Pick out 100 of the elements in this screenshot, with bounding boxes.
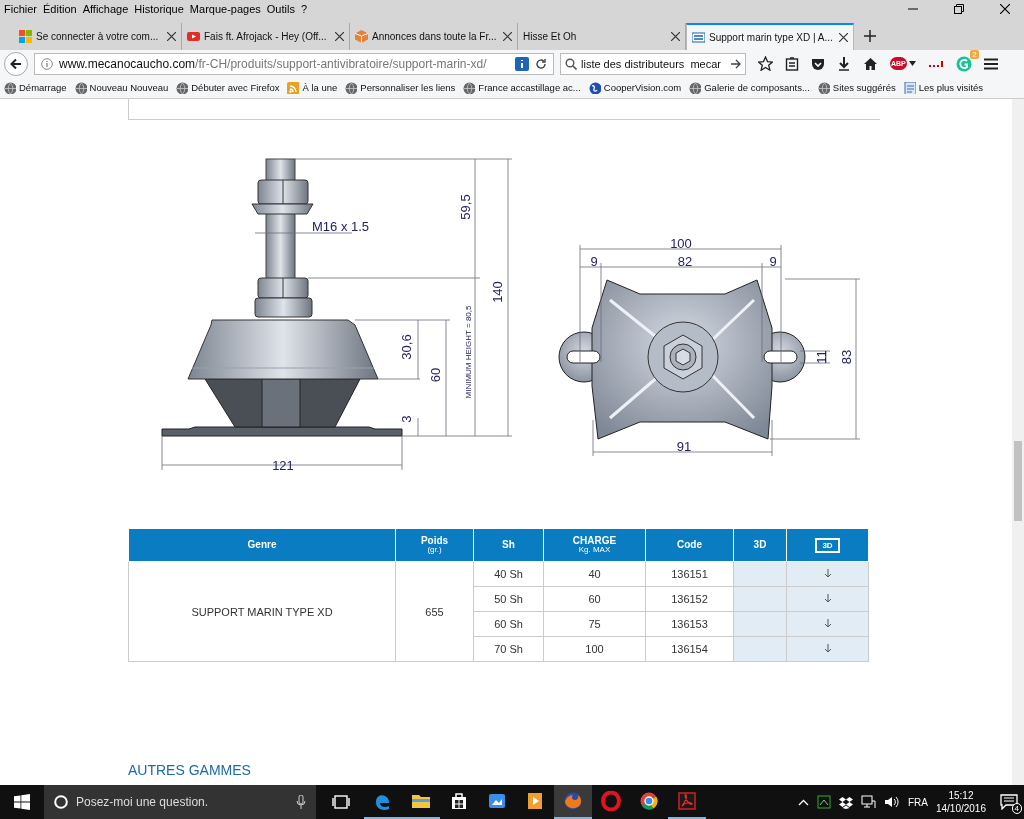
globe-icon[interactable] [4,81,16,94]
bookmark-link[interactable]: Les plus visités [918,82,984,93]
reload-icon[interactable] [535,57,547,70]
dimension-label: 9 [769,254,777,269]
dimension-label: 30,6 [399,334,414,360]
table-cell: 70 Sh [473,636,544,662]
download-icon[interactable] [837,56,851,71]
clock[interactable]: 15:12 14/10/2016 [935,789,986,815]
globe-icon[interactable] [817,81,830,94]
media-player-icon [525,791,545,811]
download-arrow-icon[interactable] [823,594,832,603]
grammar-check-icon[interactable] [955,55,972,72]
bookmark-link[interactable]: CooperVision.com [603,82,682,93]
menu-item[interactable]: ? [300,3,308,15]
search-field[interactable]: liste des distributeurs mecar [560,52,746,75]
tab-title: Hisse Et Oh [523,31,578,42]
bookmark-link[interactable]: Galerie de composants... [704,82,810,93]
circle-icon [54,795,68,809]
download-arrow-icon[interactable] [823,644,832,653]
table-cell: 60 Sh [473,611,544,637]
globe-icon[interactable] [689,81,702,94]
language-indicator[interactable]: FRA [907,796,928,808]
dimension-label: 100 [670,236,692,251]
home-icon[interactable] [863,56,878,71]
globe-icon[interactable] [463,81,476,94]
arrow-right-icon[interactable] [731,58,741,69]
download-arrow-icon[interactable] [823,619,832,628]
table-cell: SUPPORT MARIN TYPE XD [128,561,396,662]
box-icon [355,30,368,43]
bookmark-link[interactable]: Débuter avec Firefox [191,82,280,93]
scrollbar-thumb[interactable] [1014,441,1022,521]
close-icon[interactable] [839,33,848,42]
table-cell: 40 Sh [473,561,544,587]
table-cell: 100 [543,636,646,662]
globe-icon[interactable] [176,81,189,94]
bookmark-link[interactable]: Sites suggérés [832,82,896,93]
menu-item[interactable]: Marque-pages [189,3,261,15]
menu-icon[interactable] [983,57,998,70]
close-icon[interactable] [503,32,512,41]
url-text: www.mecanocaucho.com/fr-CH/produits/support-antivibratoire/support-marin-xd/ [59,56,487,71]
network-icon[interactable] [816,795,831,809]
menu-item[interactable]: Édition [43,3,77,15]
fox-globe-icon [563,791,583,811]
task-view-icon[interactable] [332,795,350,809]
tab-title: Fais ft. Afrojack - Hey (Off... [204,31,328,42]
windows-start-icon[interactable] [14,794,30,810]
globe-icon[interactable] [345,81,358,94]
browser-tab[interactable]: Support marin type XD | A... [686,23,854,50]
globe-icon[interactable] [588,81,601,94]
shopping-bag-icon [449,791,469,811]
column-header: Code [645,528,734,562]
search-icon [565,57,577,70]
dimension-label: 121 [272,458,294,473]
info-icon[interactable] [41,57,53,70]
microphone-icon[interactable] [296,795,306,809]
bookmark-link[interactable]: Nouveau Nouveau [89,82,169,93]
pocket-icon[interactable] [811,56,825,71]
close-icon[interactable] [167,32,176,41]
network-monitor-icon[interactable] [860,795,876,809]
clipboard-icon[interactable] [785,56,799,71]
tab-title: Support marin type XD | A... [709,32,834,43]
dimension-label: 3 [399,415,414,423]
caret-icon[interactable] [908,61,916,66]
bookmark-link[interactable]: Personnaliser les liens [360,82,456,93]
table-cell: 50 Sh [473,586,544,612]
dimension-label: 140 [490,281,505,303]
speech-bubble-icon[interactable] [1000,794,1018,810]
star-icon[interactable] [758,56,773,71]
menu-item[interactable]: Affichage [82,3,129,15]
menu-item[interactable]: Fichier [4,3,37,15]
column-header: 3D [733,528,787,562]
close-icon[interactable] [1000,4,1010,14]
table-cell: 60 [543,586,646,612]
search-input[interactable]: Posez-moi une question. [74,794,290,810]
globe-icon[interactable] [74,81,87,94]
notification-badge: 2 [970,49,979,59]
dropbox-icon[interactable] [838,795,853,809]
volume-icon[interactable] [883,796,900,808]
bookmark-link[interactable]: Démarrage [19,82,67,93]
scrollbar[interactable] [1012,99,1024,785]
column-header: Sh [473,528,544,562]
close-icon[interactable] [335,32,344,41]
dimension-label: 59,5 [458,194,473,220]
download-arrow-icon[interactable] [823,569,832,578]
bookmark-link[interactable]: À la une [302,82,338,93]
signal-bars-icon[interactable] [927,59,944,68]
restore-icon[interactable] [954,4,964,14]
bookmark-link[interactable]: France accastillage ac... [478,82,581,93]
chevron-up-icon[interactable] [797,798,809,806]
new-tab-icon[interactable] [864,30,876,42]
column-header: CHARGE Kg. MAX [543,528,646,562]
reader-view-icon[interactable] [515,56,529,71]
close-icon[interactable] [671,32,680,41]
menu-item[interactable]: Outils [266,3,295,15]
menu-item[interactable]: Historique [134,3,184,15]
address-bar[interactable]: www.mecanocaucho.com/fr-CH/produits/support-antivibratoire/support-marin-xd/ [34,52,554,75]
search-bar[interactable]: Posez-moi une question. [44,785,316,819]
notification-badge: 4 [1011,803,1022,814]
play-button-icon [187,30,200,43]
back-button[interactable] [4,51,28,76]
